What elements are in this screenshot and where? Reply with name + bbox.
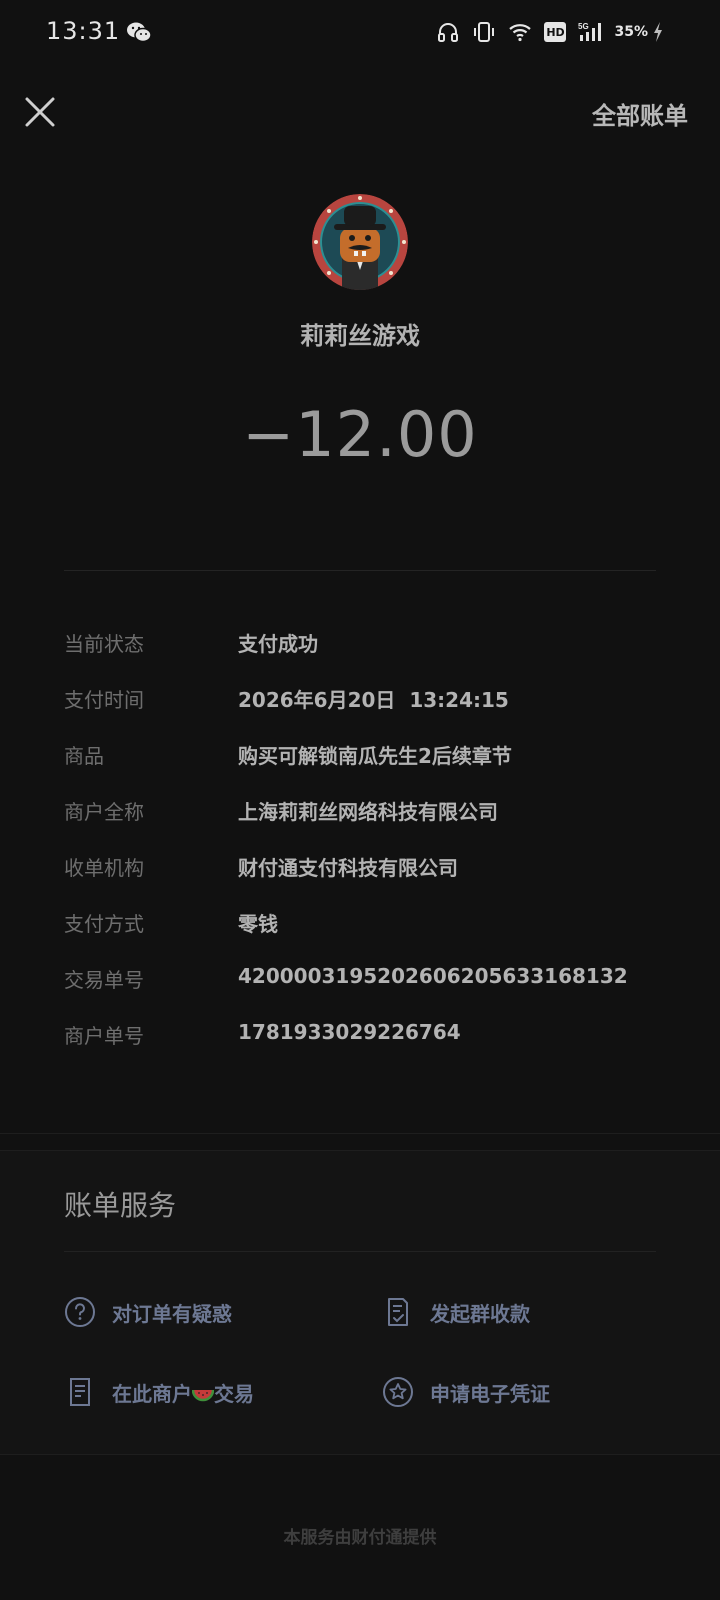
detail-row-product: 商品 购买可解锁南瓜先生2后续章节 <box>64 734 656 790</box>
detail-row-merchant-order-id: 商户单号 1781933029226764 <box>64 1014 656 1070</box>
receipt-icon <box>70 1378 90 1406</box>
status-icons: HD 5G 35% <box>436 18 664 46</box>
services-title: 账单服务 <box>64 1189 177 1222</box>
service-label: 对订单有疑惑 <box>112 1301 232 1326</box>
detail-value: 购买可解锁南瓜先生2后续章节 <box>238 744 512 768</box>
detail-value[interactable]: 1781933029226764 <box>238 1020 461 1044</box>
section-separator <box>0 1133 720 1134</box>
service-label-part: 在此商户 <box>112 1381 192 1406</box>
service-label: 在此商户 交易 <box>112 1378 254 1407</box>
document-check-icon <box>388 1298 408 1326</box>
battery-percent: 35% <box>614 24 648 40</box>
merchant-avatar <box>312 194 408 290</box>
detail-value: 上海莉莉丝网络科技有限公司 <box>238 800 498 824</box>
detail-label: 收单机构 <box>64 856 144 880</box>
status-bar: 13:31 HD 5G 35% <box>0 0 720 64</box>
section-separator <box>0 1454 720 1455</box>
detail-label: 商户全称 <box>64 800 144 824</box>
detail-row-time: 支付时间 2026年6月20日 13:24:15 <box>64 678 656 734</box>
close-icon[interactable] <box>20 92 60 132</box>
detail-label: 交易单号 <box>64 968 144 992</box>
svg-text:5G: 5G <box>578 22 589 31</box>
detail-row-merchant: 商户全称 上海莉莉丝网络科技有限公司 <box>64 790 656 846</box>
detail-value: 2026年6月20日 13:24:15 <box>238 688 509 712</box>
detail-row-transaction-id: 交易单号 4200003195202606205633168132 <box>64 958 656 1014</box>
bill-services: 账单服务 对订单有疑惑 发起群收款 在此商户 交易 申请电子凭证 <box>0 1150 720 1454</box>
all-bills-link[interactable]: 全部账单 <box>592 96 688 131</box>
detail-row-payment-method: 支付方式 零钱 <box>64 902 656 958</box>
e-voucher-button[interactable]: 申请电子凭证 <box>382 1376 550 1408</box>
detail-label: 当前状态 <box>64 632 144 656</box>
divider <box>64 570 656 571</box>
detail-value: 零钱 <box>238 912 278 936</box>
detail-row-status: 当前状态 支付成功 <box>64 622 656 678</box>
merchant-transactions-button[interactable]: 在此商户 交易 <box>64 1376 254 1408</box>
detail-label: 商户单号 <box>64 1024 144 1048</box>
top-bar: 全部账单 <box>0 80 720 144</box>
star-circle-icon <box>383 1377 413 1407</box>
group-collection-button[interactable]: 发起群收款 <box>382 1296 530 1328</box>
detail-label: 支付时间 <box>64 688 144 712</box>
detail-label: 商品 <box>64 744 104 768</box>
detail-label: 支付方式 <box>64 912 144 936</box>
signal-5g-icon: 5G <box>578 22 602 41</box>
service-label: 发起群收款 <box>430 1301 530 1326</box>
order-question-button[interactable]: 对订单有疑惑 <box>64 1296 232 1328</box>
detail-value[interactable]: 4200003195202606205633168132 <box>238 964 628 988</box>
detail-value: 支付成功 <box>238 632 318 656</box>
section-separator <box>0 1150 720 1151</box>
payment-amount: −12.00 <box>242 398 478 471</box>
hd-badge: HD <box>544 22 567 42</box>
divider <box>64 1251 656 1252</box>
service-label-part: 交易 <box>214 1381 254 1406</box>
service-label: 申请电子凭证 <box>430 1381 550 1406</box>
detail-value: 财付通支付科技有限公司 <box>238 856 458 880</box>
headphones-icon <box>438 23 459 42</box>
vibrate-icon <box>474 22 495 42</box>
merchant-name: 莉莉丝游戏 <box>300 322 420 350</box>
footer-text: 本服务由财付通提供 <box>283 1528 437 1548</box>
question-circle-icon <box>65 1297 95 1327</box>
transaction-details: 当前状态 支付成功 支付时间 2026年6月20日 13:24:15 商品 购买… <box>64 622 656 1070</box>
charging-bolt-icon <box>654 22 662 42</box>
wifi-icon <box>509 24 532 42</box>
watermelon-icon <box>192 1389 214 1402</box>
detail-row-acquirer: 收单机构 财付通支付科技有限公司 <box>64 846 656 902</box>
status-time: 13:31 <box>46 17 121 45</box>
wechat-icon <box>127 22 152 43</box>
